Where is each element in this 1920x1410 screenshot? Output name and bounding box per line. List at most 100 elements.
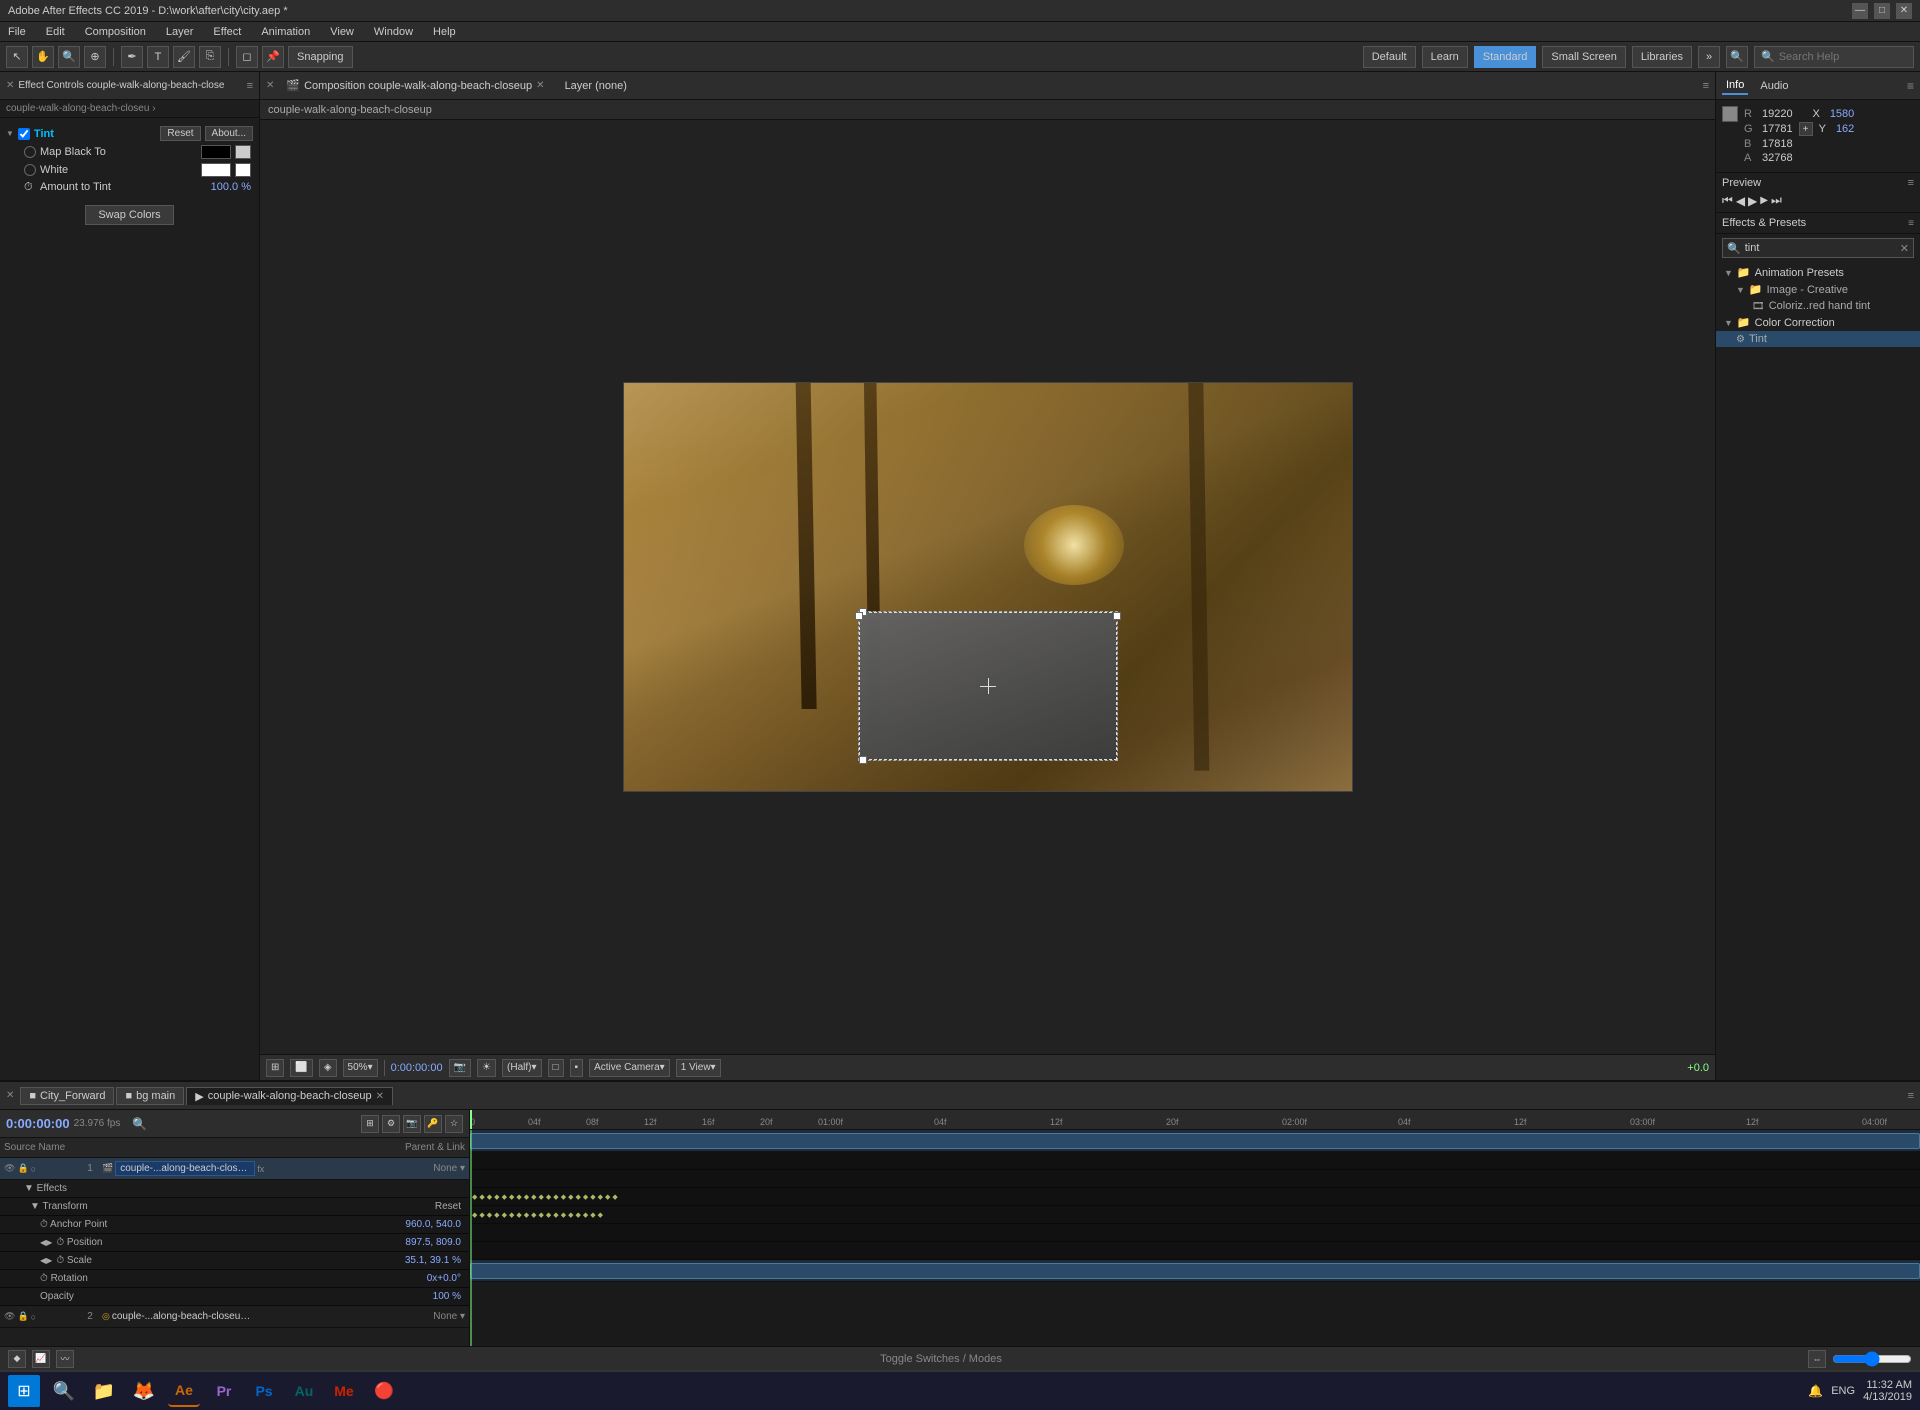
search-help-box[interactable]: 🔍 [1754,46,1914,68]
tl-tool-1[interactable]: ⊞ [361,1115,379,1133]
windows-start-button[interactable]: ⊞ [8,1375,40,1407]
layer-2-visibility[interactable]: 👁 [4,1311,15,1322]
anchor-point-value[interactable]: 960.0, 540.0 [405,1219,469,1230]
search-icon-tl[interactable]: 🔍 [132,1117,147,1131]
tl-tool-3[interactable]: 📷 [403,1115,421,1133]
layer-1-fx-icon[interactable]: fx [255,1164,266,1174]
selection-tool[interactable]: ↖ [6,46,28,68]
menu-help[interactable]: Help [429,24,460,40]
colorize-red-item[interactable]: 🎞 Coloriz..red hand tint [1716,298,1920,314]
color-correction-group[interactable]: ▼ 📁 Color Correction [1716,314,1920,331]
panel-menu-icon[interactable]: ≡ [247,80,253,92]
layer-1-solo[interactable]: ○ [31,1164,36,1174]
effects-panel-menu[interactable]: ≡ [1908,218,1914,229]
tl-graph-btn[interactable]: 📈 [32,1350,50,1368]
track-2-bar[interactable] [470,1263,1920,1279]
composition-viewer[interactable] [260,120,1715,1054]
transparent-bg-btn[interactable]: ▪ [570,1059,584,1077]
taskbar-file-explorer[interactable]: 📁 [88,1375,120,1407]
timeline-time-display[interactable]: 0:00:00:00 [6,1116,70,1131]
viewer-mask-btn[interactable]: ⬜ [290,1059,312,1077]
pen-tool[interactable]: ✒ [121,46,143,68]
audio-tab[interactable]: Audio [1756,78,1792,94]
info-tab[interactable]: Info [1722,77,1748,95]
prev-frame-btn[interactable]: ◀ [1736,194,1745,208]
taskbar-search[interactable]: 🔍 [48,1375,80,1407]
pin-tool[interactable]: 📌 [262,46,284,68]
text-tool[interactable]: T [147,46,169,68]
taskbar-media-encoder[interactable]: Me [328,1375,360,1407]
tl-tool-5[interactable]: ☆ [445,1115,463,1133]
map-black-to-swatch[interactable] [201,145,231,159]
timeline-zoom-slider[interactable] [1832,1352,1912,1366]
handle-right[interactable] [1113,612,1121,620]
menu-edit[interactable]: Edit [42,24,69,40]
effects-search-input[interactable] [1745,242,1896,254]
menu-animation[interactable]: Animation [257,24,314,40]
goto-end-btn[interactable]: ⏭ [1771,193,1782,208]
tint-effect-header[interactable]: ▼ Tint Reset About... [0,124,259,143]
next-frame-btn[interactable]: ▶ [1760,195,1768,206]
minimize-button[interactable]: — [1852,3,1868,19]
layer-2-solo[interactable]: ○ [31,1312,36,1322]
map-black-to-swatch2[interactable] [235,145,251,159]
preview-menu-icon[interactable]: ≡ [1908,177,1914,189]
comp-tab-close[interactable]: ✕ [536,80,544,91]
close-tl-icon[interactable]: ✕ [6,1090,14,1101]
timeline-tab-couple-close[interactable]: ✕ [376,1091,384,1102]
play-btn[interactable]: ▶ [1748,194,1757,208]
resolution-select[interactable]: (Half) ▾ [502,1059,541,1077]
playhead[interactable] [470,1110,472,1129]
taskbar-photoshop[interactable]: Ps [248,1375,280,1407]
menu-effect[interactable]: Effect [209,24,245,40]
taskbar-premiere[interactable]: Pr [208,1375,240,1407]
transform-reset[interactable]: Reset [435,1201,469,1212]
viewer-draft-btn[interactable]: ◈ [319,1059,337,1077]
layer-1-parent[interactable]: None ▾ [433,1163,469,1174]
layer-2-name[interactable]: couple-...along-beach-closeup.mov [112,1311,252,1322]
track-1-bar[interactable] [470,1133,1920,1149]
effect-enabled-checkbox[interactable] [18,128,30,140]
search-toggle-button[interactable]: 🔍 [1726,46,1748,68]
maximize-button[interactable]: □ [1874,3,1890,19]
viewer-grid-btn[interactable]: ⊞ [266,1059,284,1077]
taskbar-notification-icon[interactable]: 🔔 [1808,1384,1823,1398]
layer-row-2[interactable]: 👁 🔒 ○ 2 ◎ couple-...along-beach-closeup.… [0,1306,469,1328]
close-comp-icon[interactable]: ✕ [266,80,274,91]
hand-tool[interactable]: ✋ [32,46,54,68]
layer-1-lock[interactable]: 🔒 [17,1163,28,1174]
roi-btn[interactable]: □ [548,1059,564,1077]
effect-controls-tab[interactable]: Effect Controls couple-walk-along-beach-… [18,80,224,91]
shape-tool[interactable]: ◻ [236,46,258,68]
plus-button[interactable]: + [1799,122,1813,136]
timeline-tab-couple[interactable]: ▶ couple-walk-along-beach-closeup ✕ [186,1087,393,1105]
taskbar-firefox[interactable]: 🦊 [128,1375,160,1407]
extend-workspaces-button[interactable]: » [1698,46,1720,68]
brush-tool[interactable]: 🖌 [173,46,195,68]
workspace-default[interactable]: Default [1363,46,1416,68]
right-panel-menu[interactable]: ≡ [1907,79,1914,93]
layer-2-lock[interactable]: 🔒 [17,1311,28,1322]
layer-1-name[interactable]: couple-...along-beach-closeup.mov [115,1161,255,1176]
search-help-input[interactable] [1779,51,1899,63]
about-button[interactable]: About... [205,126,253,141]
comp-panel-menu[interactable]: ≡ [1703,80,1709,92]
tl-motion-btn[interactable]: 〰 [56,1350,74,1368]
taskbar-keyboard-icon[interactable]: ENG [1831,1385,1855,1397]
workspace-standard[interactable]: Standard [1474,46,1537,68]
map-white-to-swatch2[interactable] [235,163,251,177]
image-creative-group[interactable]: ▼ 📁 Image - Creative [1716,281,1920,298]
snapping-button[interactable]: Snapping [288,46,353,68]
rotation-value[interactable]: 0x+0.0° [427,1273,469,1284]
snapshot-btn[interactable]: 📷 [449,1059,471,1077]
clone-tool[interactable]: ⎘ [199,46,221,68]
layer-row-1[interactable]: 👁 🔒 ○ 1 🎬 couple-...along-beach-closeup.… [0,1158,469,1180]
taskbar-audition[interactable]: Au [288,1375,320,1407]
zoom-select[interactable]: 50% ▾ [343,1059,378,1077]
layer-1-visibility[interactable]: 👁 [4,1163,15,1174]
timeline-tab-city[interactable]: ■ City_Forward [20,1087,114,1105]
camera-orbit-tool[interactable]: ⊕ [84,46,106,68]
transform-subrow[interactable]: ▼ Transform Reset [0,1198,469,1216]
goto-start-btn[interactable]: ⏮ [1722,193,1733,208]
effects-search-clear[interactable]: ✕ [1900,242,1909,255]
